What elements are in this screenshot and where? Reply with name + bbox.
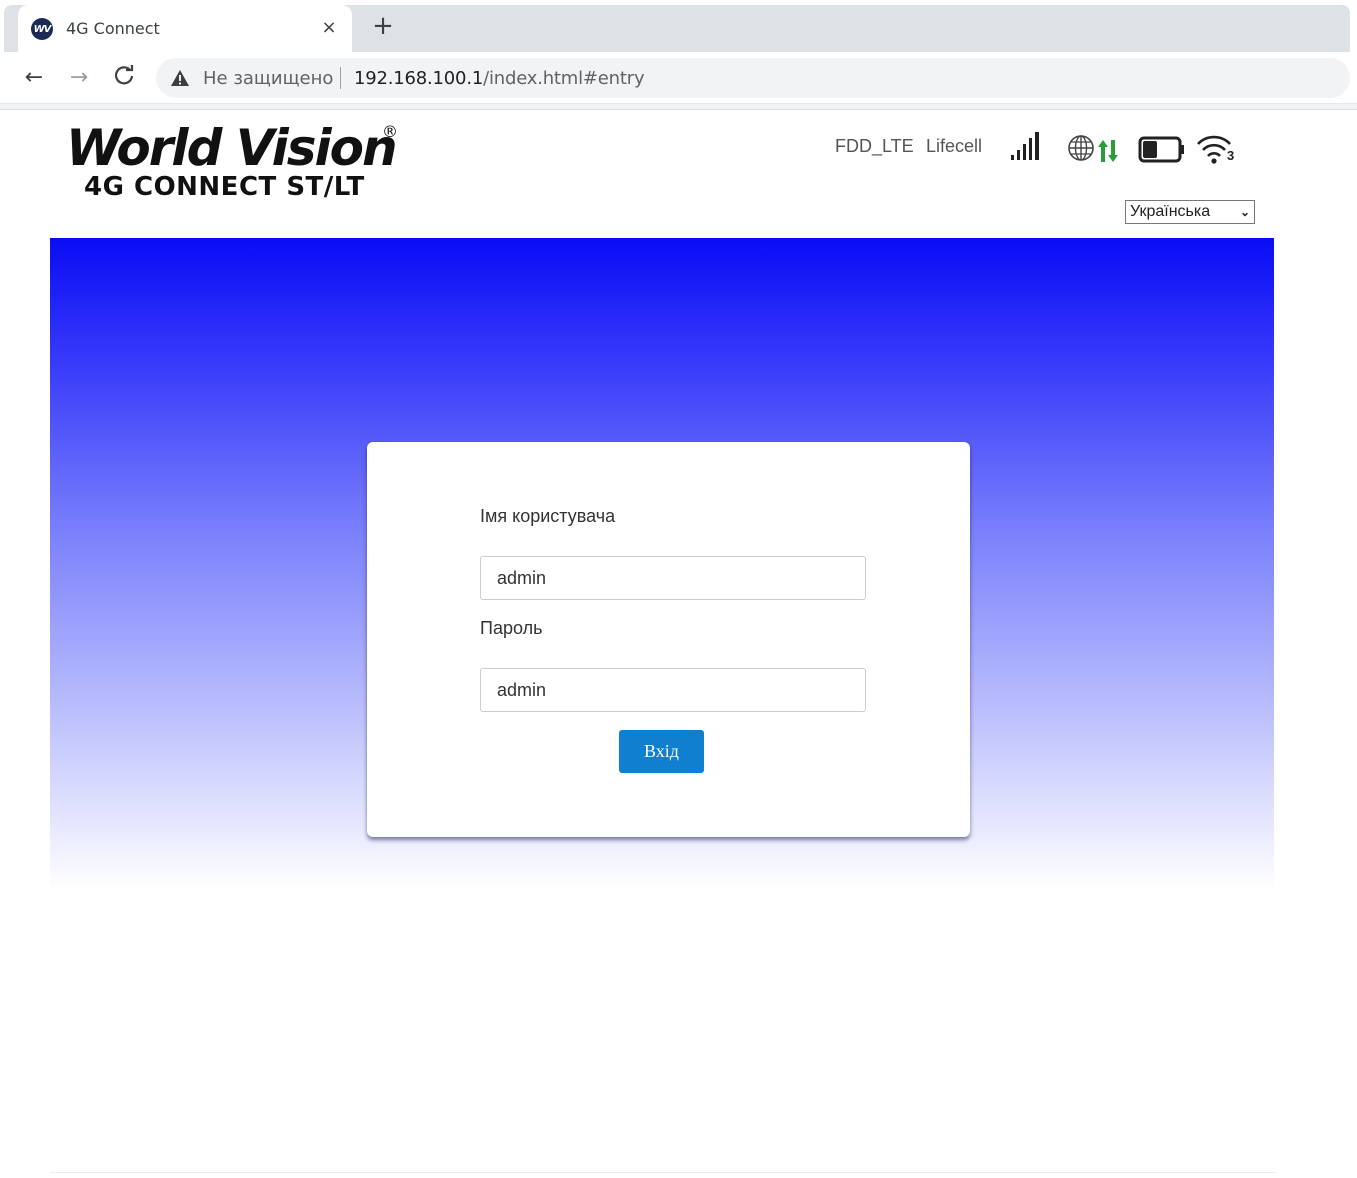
registered-mark: ® — [382, 122, 398, 141]
browser-toolbar: ← → Не защищено 192.168.100.1/index.html… — [0, 52, 1357, 104]
language-selected: Українська — [1130, 203, 1211, 220]
url-path: /index.html#entry — [483, 68, 645, 89]
login-card: Імя користувача Пароль Вхід — [367, 442, 970, 837]
address-separator — [340, 67, 341, 89]
tab-title: 4G Connect — [66, 19, 160, 38]
browser-tabstrip: WV 4G Connect × + — [0, 0, 1357, 52]
forward-button[interactable]: → — [65, 64, 93, 92]
language-select[interactable]: Українська ⌄ — [1125, 200, 1255, 224]
back-button[interactable]: ← — [20, 64, 48, 92]
footer-divider — [50, 1172, 1276, 1173]
username-label: Імя користувача — [480, 506, 616, 526]
network-type: FDD_LTE — [835, 136, 914, 156]
url-host: 192.168.100.1 — [354, 68, 484, 89]
favicon-icon: WV — [31, 18, 53, 40]
brand-logo-subtitle: 4G CONNECT ST/LT — [84, 172, 365, 202]
password-input[interactable] — [480, 668, 866, 712]
wifi-clients-count: 3 — [1227, 148, 1235, 163]
tab-close-icon[interactable]: × — [318, 17, 340, 39]
browser-tab-active[interactable]: WV 4G Connect × — [18, 5, 352, 52]
battery-icon — [1138, 136, 1184, 163]
operator-name: Lifecell — [926, 136, 983, 156]
chevron-down-icon: ⌄ — [1239, 205, 1250, 219]
login-button[interactable]: Вхід — [619, 730, 704, 773]
toolbar-divider — [0, 104, 1357, 110]
reload-icon — [114, 65, 134, 85]
reload-button[interactable] — [110, 64, 138, 92]
globe-icon — [1068, 135, 1094, 161]
warning-icon — [171, 70, 189, 86]
data-transfer-icon — [1098, 140, 1118, 162]
password-label: Пароль — [480, 618, 543, 638]
new-tab-button[interactable]: + — [370, 13, 396, 40]
signal-strength-icon — [1011, 132, 1039, 160]
address-bar[interactable]: Не защищено 192.168.100.1/index.html#ent… — [156, 58, 1350, 98]
url-text[interactable]: 192.168.100.1/index.html#entry — [354, 68, 645, 89]
brand-logo-title: World Vision — [66, 119, 398, 177]
security-status[interactable]: Не защищено — [203, 68, 333, 89]
username-input[interactable] — [480, 556, 866, 600]
